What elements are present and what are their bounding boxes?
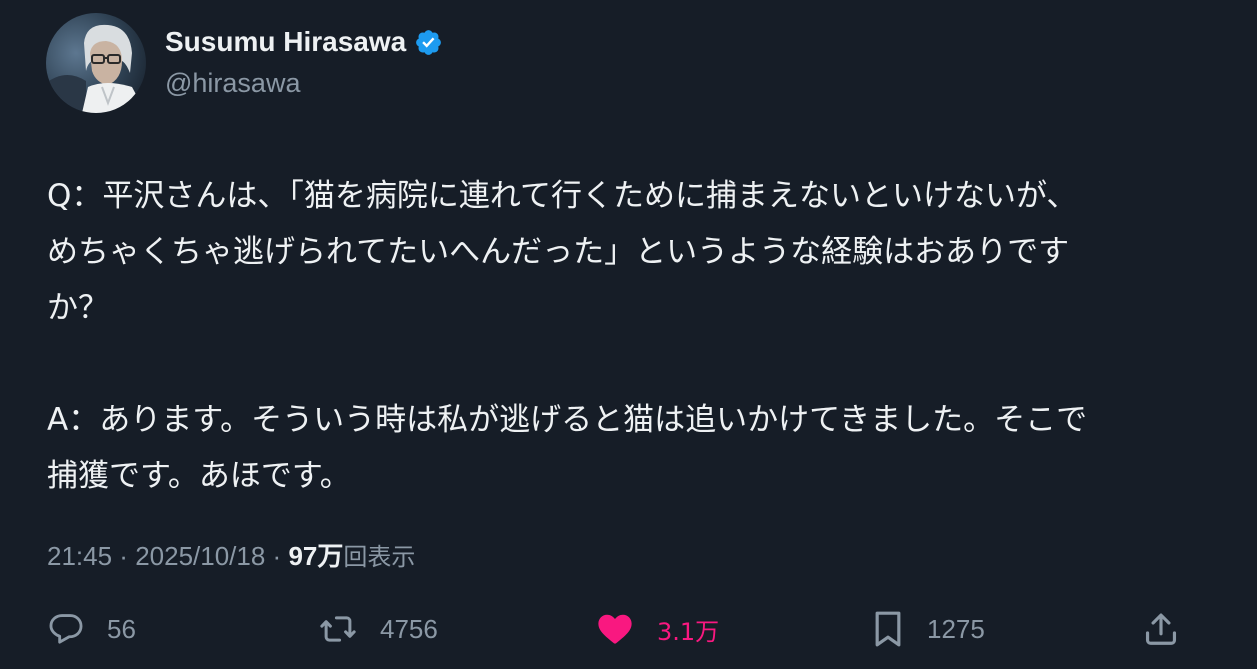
tweet-time[interactable]: 21:45 (47, 541, 112, 572)
share-button[interactable] (1142, 604, 1180, 654)
reply-count: 56 (107, 613, 136, 644)
meta-separator: · (112, 541, 136, 571)
bookmark-count: 1275 (927, 613, 985, 644)
tweet-line: 捕獲です。あほです。 (47, 458, 351, 494)
tweet-line: めちゃくちゃ逃げられてたいへんだった」というような経験はおありです (47, 234, 1070, 270)
repost-icon[interactable] (318, 610, 358, 648)
heart-icon[interactable] (595, 610, 635, 648)
bookmark-icon[interactable] (871, 609, 905, 649)
reply-icon[interactable] (47, 610, 85, 648)
like-count: 3.1万 (657, 617, 720, 646)
bookmark-button[interactable]: 1275 (871, 604, 985, 654)
action-bar: 56 4756 3.1万 1275 (0, 604, 1257, 654)
avatar[interactable] (46, 13, 146, 113)
author-display-name[interactable]: Susumu Hirasawa (165, 26, 443, 58)
views-count[interactable]: 97万 (288, 536, 343, 573)
tweet-line: か？ (47, 290, 109, 326)
repost-count: 4756 (380, 613, 438, 644)
verified-badge-icon[interactable] (414, 28, 443, 57)
tweet-meta: 21:45 · 2025/10/18 · 97万 回表示 (47, 536, 415, 573)
author-name-text[interactable]: Susumu Hirasawa (165, 26, 406, 58)
tweet-line: Q：平沢さんは、「猫を病院に連れて行くために捕まえないといけないが、 (47, 178, 1078, 214)
views-label: 回表示 (343, 543, 416, 571)
meta-separator: · (265, 541, 289, 571)
author-handle[interactable]: @hirasawa (165, 68, 300, 99)
tweet-text: Q：平沢さんは、「猫を病院に連れて行くために捕まえないといけないが、 めちゃくち… (47, 168, 1217, 504)
reply-button[interactable]: 56 (47, 604, 136, 654)
repost-button[interactable]: 4756 (318, 604, 438, 654)
tweet-line: A：あります。そういう時は私が逃げると猫は追いかけてきました。そこで (47, 402, 1088, 438)
like-button[interactable]: 3.1万 (595, 604, 719, 654)
tweet-date[interactable]: 2025/10/18 (135, 541, 265, 572)
share-icon[interactable] (1142, 610, 1180, 648)
